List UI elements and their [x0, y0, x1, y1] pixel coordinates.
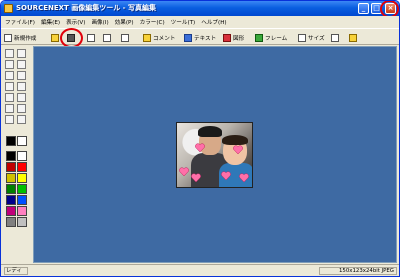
rect-select-icon[interactable] — [17, 60, 26, 69]
color-swatch[interactable] — [6, 206, 16, 216]
status-text: レディ — [4, 267, 28, 275]
color-swatch[interactable] — [6, 173, 16, 183]
comment-icon — [143, 33, 151, 42]
menu-tools[interactable]: ツール(T) — [171, 18, 196, 26]
status-bar: レディ 150x123x24bit JPEG — [1, 264, 399, 276]
menu-bar: ファイル(F) 編集(E) 表示(V) 画像(I) 効果(P) カラー(C) ツ… — [1, 16, 399, 27]
text-button[interactable]: テキスト — [184, 32, 216, 43]
eraser-icon[interactable] — [17, 104, 26, 113]
heart-stamp-icon — [195, 143, 205, 152]
menu-view[interactable]: 表示(V) — [66, 18, 85, 26]
preview-button[interactable] — [103, 32, 113, 43]
text-tool-icon — [184, 33, 192, 42]
menu-effect[interactable]: 効果(P) — [115, 18, 134, 26]
comment-button[interactable]: コメント — [143, 32, 175, 43]
shape-label: 図形 — [233, 35, 245, 42]
airbrush-icon[interactable] — [17, 93, 26, 102]
frame-button[interactable]: フレーム — [255, 32, 287, 43]
new-button[interactable]: 新規作成 — [4, 32, 36, 43]
color-swatch[interactable] — [6, 184, 16, 194]
question-mark-icon — [349, 33, 357, 42]
size-label: サイズ — [308, 35, 325, 42]
photo-image[interactable] — [176, 122, 253, 188]
minimize-button[interactable]: _ — [358, 3, 369, 14]
frame-icon — [255, 33, 263, 42]
color-swatch[interactable] — [6, 217, 16, 227]
foreground-color[interactable] — [6, 136, 16, 146]
page-preview-icon — [103, 33, 111, 42]
size-button[interactable]: サイズ — [298, 32, 325, 43]
color-swatch[interactable] — [6, 195, 16, 205]
printer-icon — [87, 33, 95, 42]
folder-icon — [51, 33, 59, 42]
photo-hair-child — [222, 135, 248, 145]
heart-stamp-icon — [239, 173, 249, 182]
color-swatch[interactable] — [17, 217, 27, 227]
move-icon[interactable] — [5, 60, 14, 69]
pencil-icon[interactable] — [17, 82, 26, 91]
text-label: テキスト — [194, 35, 217, 42]
color-swatch[interactable] — [17, 162, 27, 172]
heart-stamp-icon — [221, 171, 231, 180]
frame-label: フレーム — [265, 35, 288, 42]
image-info: 150x123x24bit JPEG — [319, 267, 397, 275]
ellipse-select-icon[interactable] — [5, 71, 14, 80]
shape-button[interactable]: 図形 — [223, 32, 244, 43]
color-swatch[interactable] — [17, 173, 27, 183]
text-tool-icon[interactable] — [5, 115, 14, 124]
brush-icon[interactable] — [5, 93, 14, 102]
crop-icon — [331, 33, 339, 42]
shape-icon — [223, 33, 231, 42]
eye-dropper-icon[interactable] — [5, 82, 14, 91]
undo-icon — [121, 33, 129, 42]
zoom-out-icon[interactable] — [17, 49, 26, 58]
color-swatch[interactable] — [17, 195, 27, 205]
new-document-icon — [4, 33, 12, 42]
canvas-workspace[interactable] — [33, 46, 397, 263]
stamp-icon[interactable] — [17, 115, 26, 124]
application-window: SOURCENEXT 画像編集ツール - 写真編集 _ □ × ファイル(F) … — [0, 0, 400, 277]
tool-palette — [3, 47, 31, 262]
menu-file[interactable]: ファイル(F) — [5, 18, 35, 26]
lasso-icon[interactable] — [17, 71, 26, 80]
background-color[interactable] — [17, 136, 27, 146]
color-swatch[interactable] — [17, 151, 27, 161]
print-button[interactable] — [87, 32, 97, 43]
heart-stamp-icon — [191, 173, 201, 182]
menu-edit[interactable]: 編集(E) — [41, 18, 60, 26]
menu-help[interactable]: ヘルプ(H) — [201, 18, 226, 26]
resize-icon — [298, 33, 306, 42]
crop-button[interactable] — [331, 32, 341, 43]
color-swatch[interactable] — [6, 151, 16, 161]
help-button[interactable] — [349, 32, 359, 43]
fill-bucket-icon[interactable] — [5, 104, 14, 113]
color-swatch[interactable] — [17, 184, 27, 194]
photo-hair-adult — [198, 126, 222, 137]
undo-button[interactable] — [121, 32, 131, 43]
app-icon — [4, 4, 13, 13]
menu-color[interactable]: カラー(C) — [140, 18, 165, 26]
save-highlight-ring — [60, 28, 83, 48]
new-label: 新規作成 — [14, 35, 37, 42]
title-bar[interactable]: SOURCENEXT 画像編集ツール - 写真編集 _ □ × — [1, 1, 399, 16]
zoom-in-icon[interactable] — [5, 49, 14, 58]
color-swatch[interactable] — [17, 206, 27, 216]
comment-label: コメント — [153, 35, 176, 42]
window-title: SOURCENEXT 画像編集ツール - 写真編集 — [16, 4, 157, 12]
heart-stamp-icon — [179, 167, 189, 176]
color-swatch[interactable] — [6, 162, 16, 172]
menu-image[interactable]: 画像(I) — [91, 18, 108, 26]
heart-stamp-icon — [233, 145, 243, 154]
